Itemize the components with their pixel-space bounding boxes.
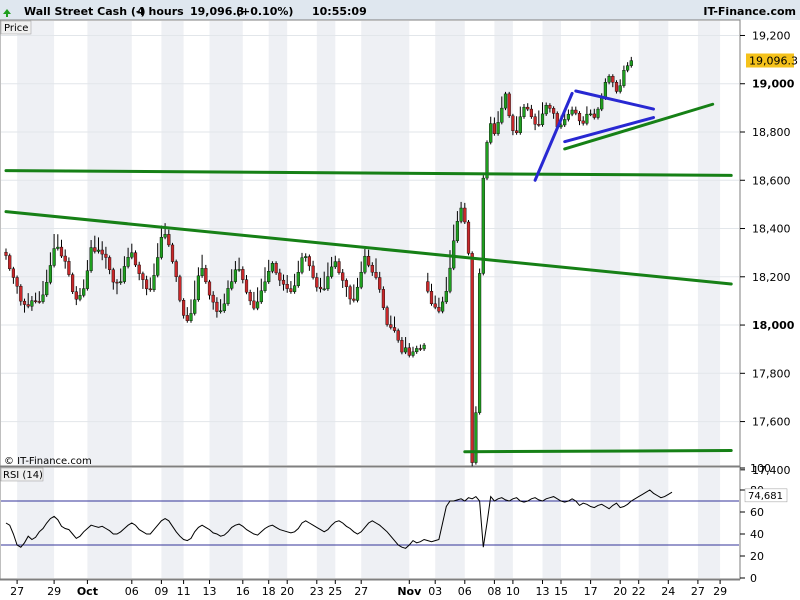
x-tick-label: 18 — [262, 585, 276, 598]
candle — [8, 253, 12, 271]
price-tick-label: 18,200 — [752, 271, 791, 284]
site-name: IT-Finance.com — [703, 5, 796, 18]
x-tick-label: 16 — [236, 585, 250, 598]
last-price-badge: 19,096.3 — [746, 53, 798, 68]
rsi-last-badge: 74,681 — [744, 488, 788, 503]
rsi-tick-label: 60 — [750, 506, 764, 519]
last-price-label: 19,096.3 — [749, 55, 798, 68]
x-tick-label: 13 — [536, 585, 550, 598]
price-tick-label: 18,800 — [752, 126, 791, 139]
time-band — [435, 21, 465, 465]
chart-root: Wall Street Cash (-) 4 hours 19,096.3 (+… — [0, 0, 800, 598]
time-band — [87, 21, 132, 465]
x-tick-label: 25 — [328, 585, 342, 598]
rsi-title: RSI (14) — [3, 470, 43, 481]
x-tick-label: 09 — [154, 585, 168, 598]
x-tick-label: 23 — [310, 585, 324, 598]
x-tick-label: 06 — [125, 585, 139, 598]
candle — [178, 274, 182, 303]
rsi-time-band — [17, 468, 55, 578]
x-tick-label: 27 — [691, 585, 705, 598]
candle — [181, 298, 186, 319]
candle — [381, 286, 385, 310]
candle — [614, 80, 619, 94]
rsi-time-band — [316, 468, 336, 578]
time-band — [209, 21, 243, 465]
price-tick-label: 18,400 — [752, 223, 791, 236]
x-tick-label: 29 — [713, 585, 727, 598]
rsi-time-band — [494, 468, 513, 578]
candle — [503, 91, 508, 111]
x-tick-label: Oct — [77, 585, 98, 598]
rsi-time-band — [542, 468, 561, 578]
x-tick-label: 27 — [10, 585, 24, 598]
rsi-time-band — [87, 468, 132, 578]
time-bands — [17, 21, 721, 465]
x-tick-label: 27 — [354, 585, 368, 598]
price-tick-label: 17,600 — [752, 416, 791, 429]
x-tick-label: 06 — [458, 585, 472, 598]
price-tick-label: 18,000 — [752, 319, 795, 332]
x-tick-label: 11 — [177, 585, 191, 598]
rsi-time-band — [590, 468, 621, 578]
x-tick-label: 10 — [506, 585, 520, 598]
candle — [133, 250, 138, 267]
rsi-tick-label: 100 — [750, 462, 771, 475]
x-tick-label: 15 — [554, 585, 568, 598]
candle — [170, 242, 175, 264]
rsi-time-band — [697, 468, 721, 578]
header-time: 10:55:09 — [312, 5, 367, 18]
time-band — [361, 21, 410, 465]
rsi-time-band — [161, 468, 184, 578]
candle — [478, 268, 482, 415]
rsi-panel: RSI (14) — [0, 466, 741, 580]
header-change: (+0.10%) — [236, 5, 293, 18]
candle — [385, 305, 389, 327]
price-tick-label: 19,200 — [752, 29, 791, 42]
price-tick-label: 19,000 — [752, 78, 795, 91]
candle — [70, 272, 75, 294]
candle — [466, 220, 471, 256]
price-panel: Price © IT-Finance.com — [0, 19, 741, 471]
candle — [507, 91, 511, 118]
time-band — [697, 21, 721, 465]
x-tick-label: 17 — [584, 585, 598, 598]
rsi-tick-label: 20 — [750, 550, 764, 563]
price-y-axis: 17,40017,60017,80018,00018,20018,40018,6… — [740, 29, 795, 477]
price-tick-label: 18,600 — [752, 174, 791, 187]
rsi-tick-label: 40 — [750, 528, 764, 541]
candle — [474, 406, 478, 465]
copyright: © IT-Finance.com — [4, 456, 92, 467]
price-label: Price — [4, 23, 28, 34]
x-tick-label: 24 — [661, 585, 675, 598]
x-axis: 27 29 Oct 06 09 11 13 16 18 20 23 25 27 Nov 03 06 08 10 13… — [0, 579, 740, 598]
candle — [274, 261, 278, 275]
rsi-time-band — [435, 468, 465, 578]
x-tick-label: 20 — [280, 585, 294, 598]
rsi-time-band — [268, 468, 288, 578]
x-tick-label: 29 — [47, 585, 61, 598]
x-tick-label: 03 — [428, 585, 442, 598]
x-tick-label: 08 — [487, 585, 501, 598]
x-tick-label: 22 — [632, 585, 646, 598]
timeframe: 4 hours — [137, 5, 184, 18]
time-band — [638, 21, 669, 465]
rsi-last-label: 74,681 — [748, 491, 783, 502]
candle — [470, 251, 474, 467]
rsi-time-band — [638, 468, 669, 578]
x-tick-label: 13 — [203, 585, 217, 598]
price-tick-label: 17,800 — [752, 367, 791, 380]
rsi-time-band — [209, 468, 243, 578]
instrument-name: Wall Street Cash (-) — [24, 5, 145, 18]
time-band — [17, 21, 55, 465]
candle — [596, 107, 600, 120]
trendline-horizontal-17470[interactable] — [463, 449, 733, 454]
time-band — [494, 21, 513, 465]
x-tick-label: Nov — [397, 585, 422, 598]
rsi-y-axis: 020406080100 — [740, 462, 771, 585]
x-tick-label: 20 — [613, 585, 627, 598]
rsi-tick-label: 0 — [750, 572, 757, 585]
time-band — [542, 21, 561, 465]
time-band — [268, 21, 288, 465]
